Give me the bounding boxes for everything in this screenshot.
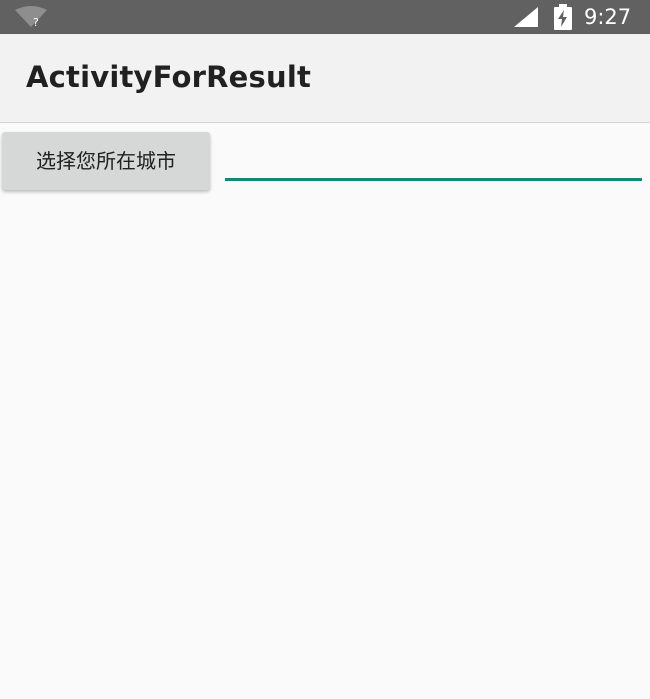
status-bar: ? 9:27 [0, 0, 650, 34]
wifi-unknown-icon: ? [15, 6, 47, 28]
main-content: 选择您所在城市 [0, 123, 650, 699]
app-bar: ActivityForResult [0, 34, 650, 123]
status-time: 9:27 [584, 5, 632, 29]
city-input[interactable] [225, 143, 642, 181]
choose-city-button[interactable]: 选择您所在城市 [2, 132, 210, 190]
battery-charging-icon [554, 4, 572, 30]
page-title: ActivityForResult [26, 60, 312, 94]
svg-text:?: ? [33, 16, 39, 28]
cell-signal-icon [514, 7, 538, 27]
